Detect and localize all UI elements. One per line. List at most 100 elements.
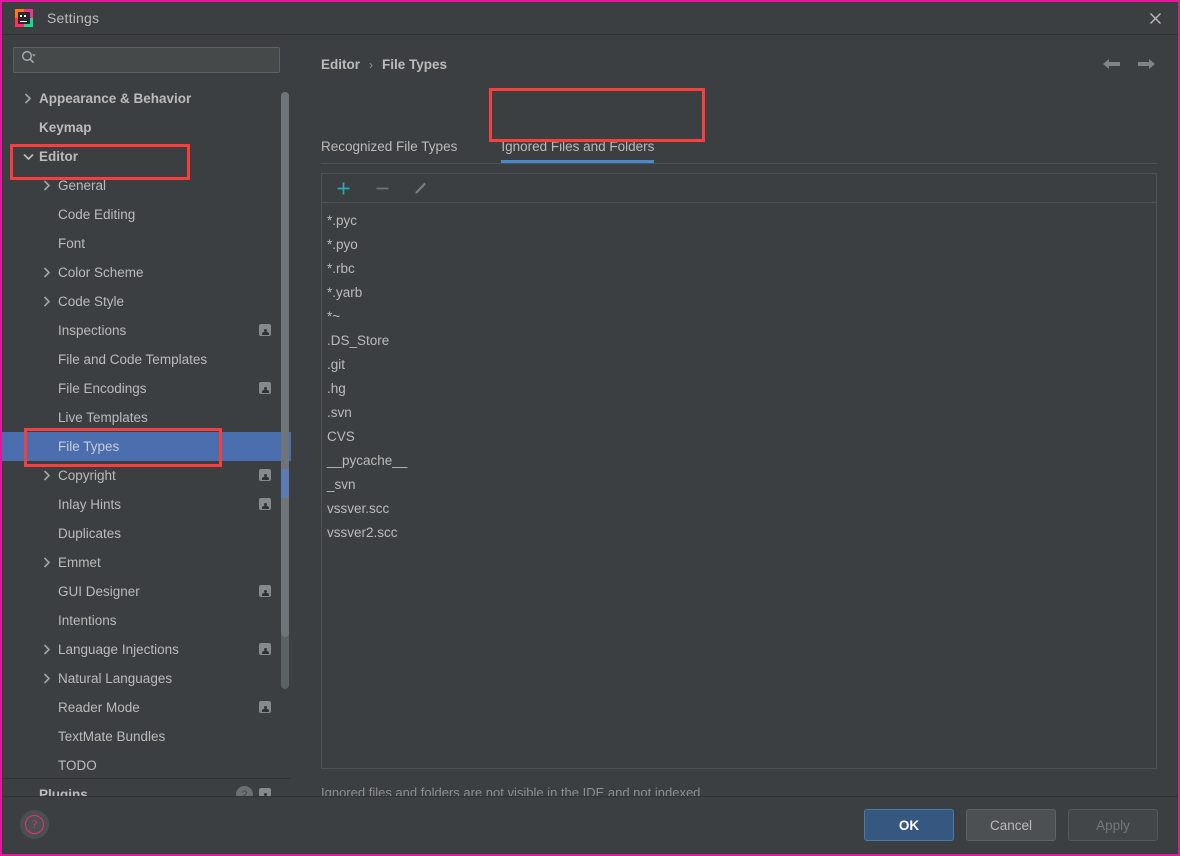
search-area: [2, 35, 291, 73]
window-title: Settings: [47, 10, 100, 26]
ignored-files-panel: *.pyc *.pyo *.rbc *.yarb *~ .DS_Store .git .hg.…: [321, 173, 1157, 769]
sidebar-item-keymap[interactable]: Keymap: [2, 113, 291, 142]
sidebar-item-duplicates[interactable]: Duplicates: [2, 519, 291, 548]
sidebar-item-label: Font: [58, 236, 86, 251]
sidebar-item-label: File and Code Templates: [58, 352, 208, 367]
close-icon[interactable]: [1132, 2, 1178, 34]
tab-ignored-files-and-folders[interactable]: Ignored Files and Folders: [483, 130, 672, 163]
pencil-icon[interactable]: [410, 177, 432, 199]
sidebar-item-label: Color Scheme: [58, 265, 144, 280]
ignored-file-row[interactable]: vssver.scc: [322, 497, 1156, 521]
ignored-file-row[interactable]: *.rbc: [322, 257, 1156, 281]
main-panel: Editor › File Types Recognized File Type…: [291, 35, 1178, 800]
ignored-file-row[interactable]: .hg: [322, 377, 1156, 401]
sidebar-item-live-templates[interactable]: Live Templates: [2, 403, 291, 432]
ignored-file-row[interactable]: __pycache__: [322, 449, 1156, 473]
title-bar: Settings: [2, 2, 1178, 35]
breadcrumb-separator: ›: [369, 57, 373, 72]
ignored-file-row[interactable]: CVS: [322, 425, 1156, 449]
settings-tree: Appearance & Behavior Keymap Editor General…: [2, 84, 291, 796]
search-icon: [21, 50, 36, 70]
sidebar-item-natural-languages[interactable]: Natural Languages: [2, 664, 291, 693]
sidebar-item-label: Intentions: [58, 613, 117, 628]
ok-button[interactable]: OK: [864, 809, 954, 841]
chevron-down-icon[interactable]: [21, 150, 35, 164]
sidebar-item-code-style[interactable]: Code Style: [2, 287, 291, 316]
sidebar-item-textmate-bundles[interactable]: TextMate Bundles: [2, 722, 291, 751]
arrow-left-icon[interactable]: [1102, 54, 1122, 74]
tab-label: Ignored Files and Folders: [501, 139, 655, 154]
ignored-file-row[interactable]: .git: [322, 353, 1156, 377]
breadcrumb-parent[interactable]: Editor: [321, 57, 360, 72]
settings-sidebar: Appearance & Behavior Keymap Editor General…: [2, 35, 291, 796]
tab-bar: Recognized File Types Ignored Files and F…: [321, 130, 1157, 163]
chevron-right-icon[interactable]: [40, 179, 54, 193]
chevron-right-icon[interactable]: [40, 643, 54, 657]
sidebar-item-label: Inspections: [58, 323, 127, 338]
project-scope-icon: [259, 498, 271, 510]
list-toolbar: [322, 174, 1156, 203]
sidebar-item-label: Appearance & Behavior: [39, 91, 192, 106]
sidebar-item-inspections[interactable]: Inspections: [2, 316, 291, 345]
ignored-file-row[interactable]: *.pyc: [322, 209, 1156, 233]
sidebar-item-todo[interactable]: TODO: [2, 751, 291, 780]
ignored-file-row[interactable]: .DS_Store: [322, 329, 1156, 353]
search-box[interactable]: [13, 47, 280, 73]
sidebar-item-emmet[interactable]: Emmet: [2, 548, 291, 577]
minus-icon[interactable]: [371, 177, 393, 199]
sidebar-item-label: Language Injections: [58, 642, 179, 657]
sidebar-item-editor[interactable]: Editor: [2, 142, 291, 171]
plus-icon[interactable]: [332, 177, 354, 199]
ignored-file-row[interactable]: vssver2.scc: [322, 521, 1156, 545]
ignored-file-row[interactable]: _svn: [322, 473, 1156, 497]
chevron-right-icon[interactable]: [40, 556, 54, 570]
sidebar-item-inlay-hints[interactable]: Inlay Hints: [2, 490, 291, 519]
settings-dialog: Settings Appearance & Behavior Keymap Ed…: [0, 0, 1180, 856]
sidebar-item-label: Natural Languages: [58, 671, 173, 686]
ignored-file-row[interactable]: .svn: [322, 401, 1156, 425]
sidebar-item-label: Duplicates: [58, 526, 122, 541]
sidebar-item-file-types[interactable]: File Types: [2, 432, 291, 461]
project-scope-icon: [259, 585, 271, 597]
sidebar-item-font[interactable]: Font: [2, 229, 291, 258]
sidebar-item-reader-mode[interactable]: Reader Mode: [2, 693, 291, 722]
sidebar-item-label: Plugins: [39, 787, 88, 796]
chevron-right-icon[interactable]: [40, 295, 54, 309]
arrow-right-icon[interactable]: [1136, 54, 1156, 74]
ignored-file-row[interactable]: *.pyo: [322, 233, 1156, 257]
chevron-right-icon[interactable]: [40, 672, 54, 686]
cancel-button[interactable]: Cancel: [966, 809, 1056, 841]
help-question-icon[interactable]: ?: [20, 810, 49, 839]
sidebar-item-label: General: [58, 178, 107, 193]
sidebar-item-label: Live Templates: [58, 410, 148, 425]
tab-recognized-file-types[interactable]: Recognized File Types: [321, 130, 483, 163]
search-input[interactable]: [40, 49, 272, 71]
sidebar-item-file-and-code-templates[interactable]: File and Code Templates: [2, 345, 291, 374]
chevron-right-icon[interactable]: [40, 266, 54, 280]
sidebar-item-gui-designer[interactable]: GUI Designer: [2, 577, 291, 606]
sidebar-item-label: Copyright: [58, 468, 116, 483]
ignored-file-row[interactable]: *~: [322, 305, 1156, 329]
sidebar-item-appearance-behavior[interactable]: Appearance & Behavior: [2, 84, 291, 113]
sidebar-item-language-injections[interactable]: Language Injections: [2, 635, 291, 664]
sidebar-item-general[interactable]: General: [2, 171, 291, 200]
sidebar-item-file-encodings[interactable]: File Encodings: [2, 374, 291, 403]
sidebar-item-copyright[interactable]: Copyright: [2, 461, 291, 490]
sidebar-item-intentions[interactable]: Intentions: [2, 606, 291, 635]
sidebar-scrollbar-thumb[interactable]: [281, 92, 289, 637]
sidebar-item-label: Code Editing: [58, 207, 136, 222]
sidebar-item-color-scheme[interactable]: Color Scheme: [2, 258, 291, 287]
sidebar-item-label: Editor: [39, 149, 78, 164]
page-title: File Types: [382, 57, 448, 72]
ignored-file-list[interactable]: *.pyc *.pyo *.rbc *.yarb *~ .DS_Store .git .hg.…: [322, 203, 1156, 545]
sidebar-scrollbar-selection-marker: [281, 469, 289, 498]
ignored-file-row[interactable]: *.yarb: [322, 281, 1156, 305]
sidebar-item-label: Inlay Hints: [58, 497, 122, 512]
sidebar-item-label: Code Style: [58, 294, 125, 309]
sidebar-item-plugins[interactable]: Plugins 2: [2, 780, 291, 796]
chevron-right-icon[interactable]: [40, 469, 54, 483]
apply-button: Apply: [1068, 809, 1158, 841]
chevron-right-icon[interactable]: [21, 92, 35, 106]
sidebar-item-label: Keymap: [39, 120, 92, 135]
sidebar-item-code-editing[interactable]: Code Editing: [2, 200, 291, 229]
